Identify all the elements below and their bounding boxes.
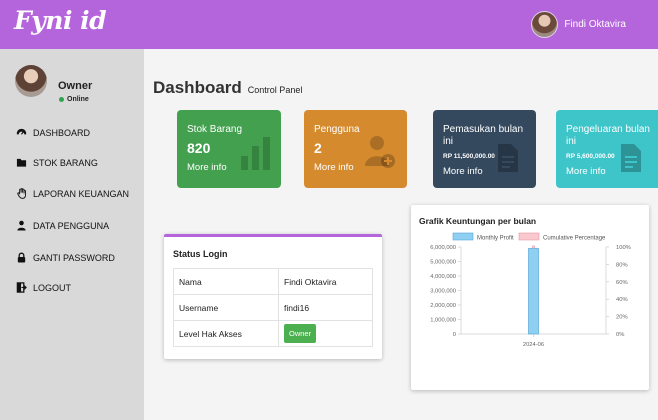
y2-tick-label: 100% [616,245,631,251]
more-info-link[interactable]: More info [187,162,227,173]
sidebar-item-label: LAPORAN KEUANGAN [33,188,130,199]
row-value-cell: Owner [278,320,373,347]
card-stok-barang[interactable]: Stok Barang 820 More info [177,110,281,188]
top-navbar: Fyni id Findi Oktavira [0,0,658,49]
legend-swatch [518,232,540,241]
card-pemasukan[interactable]: Pemasukan bulan ini RP 11,500,000.00 Mor… [433,110,536,188]
dashboard-icon [16,128,27,135]
document-icon [498,144,518,172]
user-menu[interactable]: Findi Oktavira [531,11,626,38]
y2-tick-label: 40% [616,297,628,303]
x-tick-label: 2024-06 [523,342,544,348]
sidebar-avatar [15,65,47,97]
user-icon [17,220,26,231]
sidebar-item-data-pengguna[interactable]: DATA PENGGUNA [16,220,109,231]
lock-icon [17,252,26,263]
y-tick-label: 4,000,000 [430,274,456,280]
card-value: RP 5,600,000.00 [566,153,615,160]
y2-tick-label: 80% [616,262,628,268]
bar-chart-icon [241,137,270,170]
card-value: 820 [187,140,211,156]
sidebar: Owner Online DASHBOARD STOK BARANG LAPOR… [0,49,144,420]
card-value: RP 11,500,000.00 [443,153,495,160]
sidebar-item-stok-barang[interactable]: STOK BARANG [16,157,98,168]
sidebar-item-label: LOGOUT [33,282,72,293]
status-label: Online [67,96,89,103]
brand-logo[interactable]: Fyni id [14,6,107,35]
profit-chart-panel: Grafik Keuntungan per bulan Monthly Prof… [411,205,649,390]
more-info-link[interactable]: More info [443,166,483,177]
row-key: Nama [173,268,279,295]
row-key: Level Hak Akses [173,320,279,347]
user-role: Owner [58,80,93,92]
sidebar-item-label: DATA PENGGUNA [33,220,110,231]
user-name: Findi Oktavira [564,19,626,30]
hand-icon [17,188,26,199]
status-login-panel: Status Login Nama Findi Oktavira Usernam… [164,234,382,359]
more-info-link[interactable]: More info [566,166,606,177]
legend-label: Monthly Profit [477,236,514,242]
card-pengeluaran[interactable]: Pengeluaran bulan ini RP 5,600,000.00 Mo… [556,110,658,188]
more-info-link[interactable]: More info [314,162,354,173]
logout-icon [16,282,27,293]
y2-tick-label: 20% [616,315,628,321]
online-dot-icon [59,97,64,102]
sidebar-item-dashboard[interactable]: DASHBOARD [16,127,90,138]
page-subtitle: Control Panel [247,85,303,95]
card-label: Pengeluaran bulan ini [566,124,650,147]
card-value: 2 [314,140,322,156]
online-status: Online [59,96,89,103]
sidebar-item-laporan-keuangan[interactable]: LAPORAN KEUANGAN [16,188,129,199]
table-row: Username findi16 [173,294,373,321]
role-badge: Owner [284,324,317,343]
y2-tick-label: 0% [616,332,624,338]
add-user-icon [365,136,395,168]
y-tick-label: 1,000,000 [430,318,456,324]
card-label: Stok Barang [187,124,243,135]
card-label: Pengguna [314,124,360,135]
y-tick-label: 5,000,000 [430,260,456,266]
row-value: Findi Oktavira [278,268,373,295]
sidebar-item-logout[interactable]: LOGOUT [16,282,71,293]
y-tick-label: 3,000,000 [430,289,456,295]
avatar [531,11,559,38]
legend-label: Cumulative Percentage [543,236,606,242]
table-row: Nama Findi Oktavira [173,268,373,295]
profit-chart: Monthly Profit Cumulative Percentage 0 1,00… [430,232,631,348]
y-tick-label: 2,000,000 [430,303,456,309]
y-tick-label: 0 [453,332,456,338]
status-login-table: Nama Findi Oktavira Username findi16 Lev… [173,268,373,347]
y-tick-label: 6,000,000 [430,245,456,251]
sidebar-item-label: STOK BARANG [33,157,98,168]
row-value: findi16 [278,294,373,321]
folder-icon [16,158,27,167]
document-icon [621,144,641,172]
page-heading: Dashboard Control Panel [153,78,302,98]
panel-title: Status Login [173,249,228,259]
y2-tick-label: 60% [616,280,628,286]
legend-swatch [452,232,474,241]
row-key: Username [173,294,279,321]
cumulative-percentage-point [531,245,536,249]
card-pengguna[interactable]: Pengguna 2 More info [304,110,407,188]
page-title: Dashboard [153,78,242,97]
table-row: Level Hak Akses Owner [173,320,373,347]
sidebar-item-label: GANTI PASSWORD [33,252,115,263]
monthly-profit-bar [528,248,539,335]
sidebar-item-ganti-password[interactable]: GANTI PASSWORD [16,252,115,263]
sidebar-item-label: DASHBOARD [33,127,91,138]
